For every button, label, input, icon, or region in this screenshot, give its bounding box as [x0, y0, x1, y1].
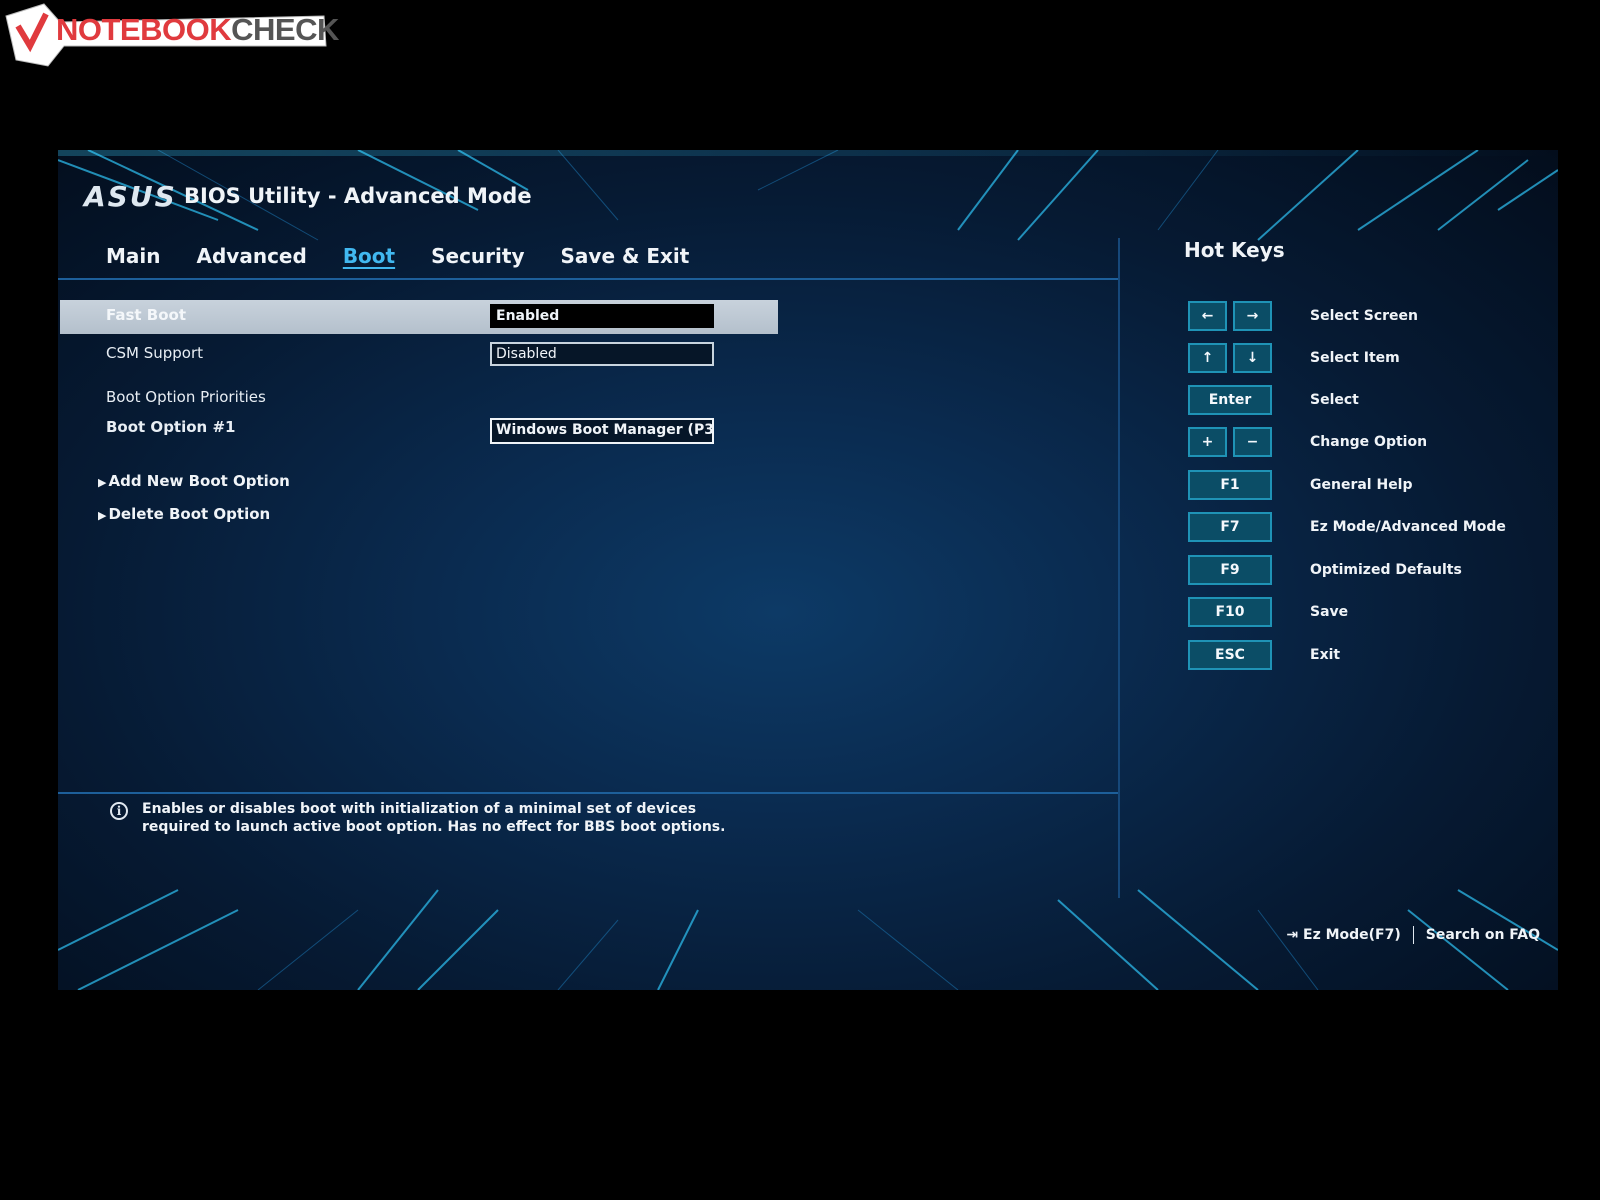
- hotkey-label: Ez Mode/Advanced Mode: [1310, 519, 1506, 535]
- exit-arrow-icon: ⇥: [1286, 927, 1299, 943]
- hotkey-label: Select Item: [1310, 350, 1400, 366]
- bios-screen: ASUS BIOS Utility - Advanced Mode Main A…: [58, 150, 1558, 990]
- add-new-boot-option-label: Add New Boot Option: [108, 472, 290, 490]
- ez-mode-label: Ez Mode(F7): [1303, 927, 1401, 943]
- hotkey-label: Select: [1310, 392, 1359, 408]
- submenu-arrow-icon: ▶: [98, 476, 107, 489]
- search-faq-link[interactable]: Search on FAQ: [1426, 927, 1540, 943]
- watermark-part2: CHECK: [231, 12, 339, 47]
- fast-boot-value[interactable]: Enabled: [490, 304, 714, 328]
- divider: [1412, 926, 1414, 944]
- tab-advanced[interactable]: Advanced: [197, 244, 307, 271]
- watermark-part1: NOTEBOOK: [56, 12, 232, 47]
- tab-boot[interactable]: Boot: [343, 244, 395, 271]
- f1-key[interactable]: F1: [1188, 470, 1272, 500]
- hotkey-save: F10 Save: [1188, 596, 1348, 628]
- help-text: Enables or disables boot with initializa…: [142, 801, 726, 835]
- asus-logo: ASUS: [84, 180, 177, 213]
- boot-option-priorities-heading: Boot Option Priorities: [106, 388, 266, 406]
- footer-bar: ⇥ Ez Mode(F7) Search on FAQ: [1286, 926, 1540, 944]
- enter-key[interactable]: Enter: [1188, 385, 1272, 415]
- add-new-boot-option[interactable]: ▶ Add New Boot Option: [98, 472, 290, 490]
- tab-save-exit[interactable]: Save & Exit: [561, 244, 690, 271]
- tab-main[interactable]: Main: [106, 244, 161, 271]
- csm-support-label[interactable]: CSM Support: [106, 344, 203, 362]
- hotkey-select-screen: ← → Select Screen: [1188, 300, 1418, 332]
- left-arrow-key[interactable]: ←: [1188, 301, 1227, 331]
- boot-option-1-label[interactable]: Boot Option #1: [106, 418, 235, 436]
- hotkey-select-item: ↑ ↓ Select Item: [1188, 342, 1400, 374]
- hotkey-label: General Help: [1310, 477, 1413, 493]
- hotkey-ez-mode: F7 Ez Mode/Advanced Mode: [1188, 511, 1506, 543]
- info-icon: i: [110, 802, 128, 820]
- down-arrow-key[interactable]: ↓: [1233, 343, 1272, 373]
- f10-key[interactable]: F10: [1188, 597, 1272, 627]
- minus-key[interactable]: −: [1233, 427, 1272, 457]
- delete-boot-option-label: Delete Boot Option: [108, 505, 271, 523]
- esc-key[interactable]: ESC: [1188, 640, 1272, 670]
- hot-keys-title: Hot Keys: [1184, 238, 1285, 262]
- hotkey-exit: ESC Exit: [1188, 639, 1340, 671]
- hotkey-change-option: + − Change Option: [1188, 426, 1427, 458]
- ez-mode-link[interactable]: ⇥ Ez Mode(F7): [1286, 927, 1400, 943]
- tab-bar: Main Advanced Boot Security Save & Exit: [106, 244, 689, 271]
- plus-key[interactable]: +: [1188, 427, 1227, 457]
- delete-boot-option[interactable]: ▶ Delete Boot Option: [98, 505, 270, 523]
- hotkey-select: Enter Select: [1188, 384, 1359, 416]
- fast-boot-label: Fast Boot: [106, 306, 187, 324]
- csm-support-value[interactable]: Disabled: [490, 342, 714, 366]
- hotkey-label: Optimized Defaults: [1310, 562, 1462, 578]
- right-arrow-key[interactable]: →: [1233, 301, 1272, 331]
- page-title: BIOS Utility - Advanced Mode: [184, 184, 532, 208]
- f7-key[interactable]: F7: [1188, 512, 1272, 542]
- watermark-logo: NOTEBOOKCHECK: [4, 2, 339, 68]
- divider: [1118, 238, 1120, 898]
- submenu-arrow-icon: ▶: [98, 509, 107, 522]
- hotkey-general-help: F1 General Help: [1188, 469, 1413, 501]
- tab-security[interactable]: Security: [431, 244, 524, 271]
- hotkey-label: Save: [1310, 604, 1349, 620]
- f9-key[interactable]: F9: [1188, 555, 1272, 585]
- hotkey-label: Exit: [1310, 647, 1341, 663]
- divider: [58, 792, 1118, 794]
- hotkey-label: Select Screen: [1310, 308, 1418, 324]
- boot-option-1-value[interactable]: Windows Boot Manager (P3: Sa: [490, 418, 714, 444]
- hotkey-label: Change Option: [1310, 434, 1428, 450]
- up-arrow-key[interactable]: ↑: [1188, 343, 1227, 373]
- divider: [58, 278, 1118, 280]
- hotkey-optimized-defaults: F9 Optimized Defaults: [1188, 554, 1462, 586]
